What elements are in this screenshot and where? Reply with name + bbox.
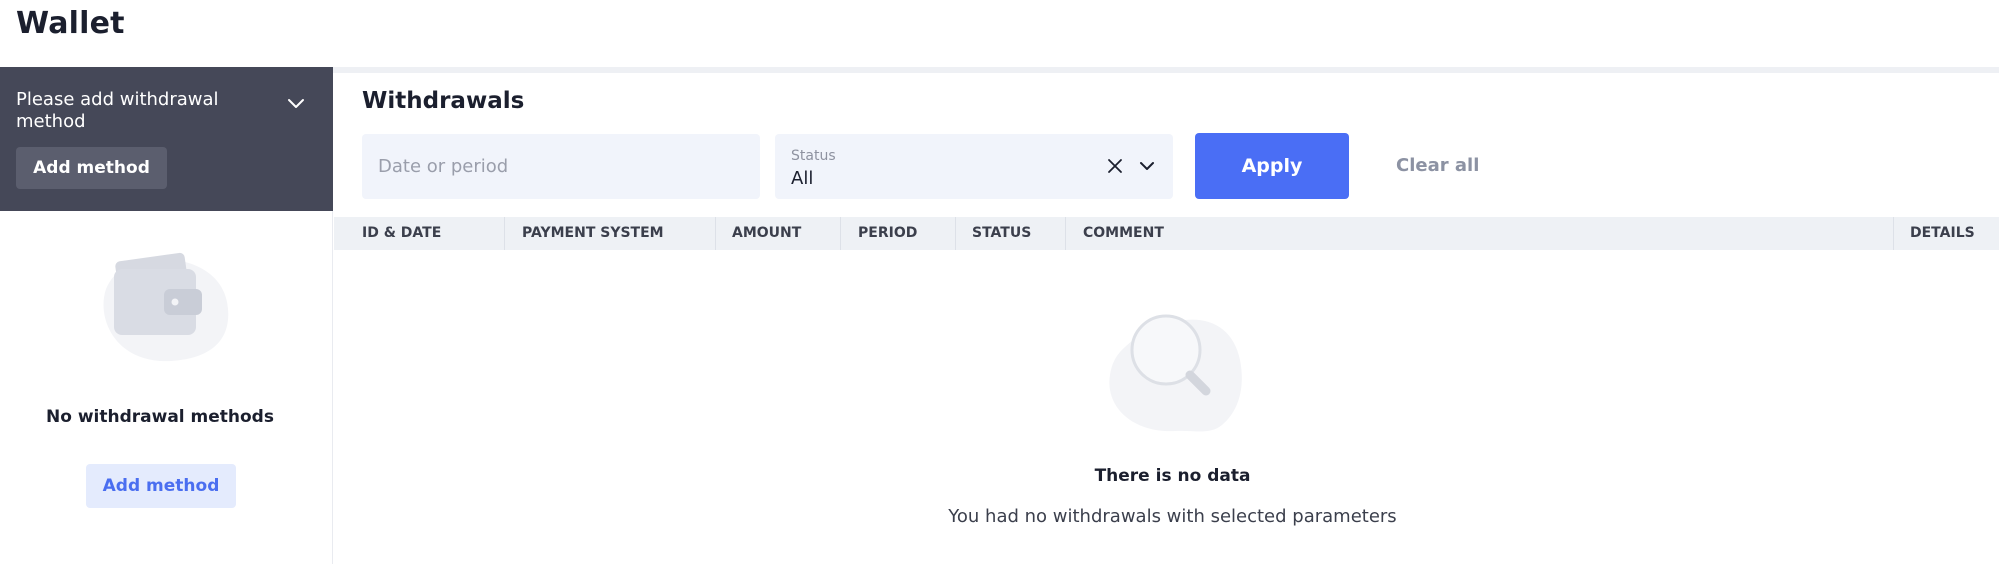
column-header-comment[interactable]: COMMENT: [1083, 217, 1164, 250]
page-title: Wallet: [16, 6, 125, 41]
column-header-amount[interactable]: AMOUNT: [732, 217, 801, 250]
column-divider: [715, 217, 716, 250]
banner-message: Please add withdrawal method: [16, 89, 219, 132]
column-header-id-date[interactable]: ID & DATE: [362, 217, 441, 250]
column-header-payment-system[interactable]: PAYMENT SYSTEM: [522, 217, 664, 250]
banner-add-method-button[interactable]: Add method: [16, 147, 167, 189]
chevron-down-icon[interactable]: [286, 93, 306, 113]
column-divider: [504, 217, 505, 250]
search-icon: [1109, 314, 1242, 432]
column-divider: [1893, 217, 1894, 250]
column-header-details[interactable]: DETAILS: [1910, 217, 1975, 250]
status-label: Status: [791, 148, 836, 164]
chevron-down-icon[interactable]: [1137, 156, 1157, 176]
apply-button[interactable]: Apply: [1195, 133, 1349, 199]
column-divider: [955, 217, 956, 250]
column-divider: [840, 217, 841, 250]
column-header-status[interactable]: STATUS: [972, 217, 1031, 250]
empty-data-subtitle: You had no withdrawals with selected par…: [948, 506, 1397, 527]
wallet-icon: [103, 252, 229, 362]
status-value: All: [791, 168, 814, 189]
withdrawal-method-banner[interactable]: Please add withdrawal method Add method: [0, 67, 333, 211]
status-select[interactable]: Status All: [775, 134, 1173, 199]
add-method-button[interactable]: Add method: [86, 464, 236, 508]
column-divider: [1065, 217, 1066, 250]
withdrawal-methods-sidebar: Please add withdrawal method Add method …: [0, 67, 333, 564]
close-icon[interactable]: [1105, 156, 1125, 176]
clear-all-link[interactable]: Clear all: [1396, 155, 1479, 176]
date-period-input[interactable]: [362, 134, 760, 199]
empty-methods-title: No withdrawal methods: [46, 407, 274, 427]
table-header: ID & DATE PAYMENT SYSTEM AMOUNT PERIOD S…: [334, 217, 1999, 250]
column-header-period[interactable]: PERIOD: [858, 217, 917, 250]
section-title: Withdrawals: [362, 88, 525, 114]
empty-data-title: There is no data: [1094, 466, 1251, 486]
